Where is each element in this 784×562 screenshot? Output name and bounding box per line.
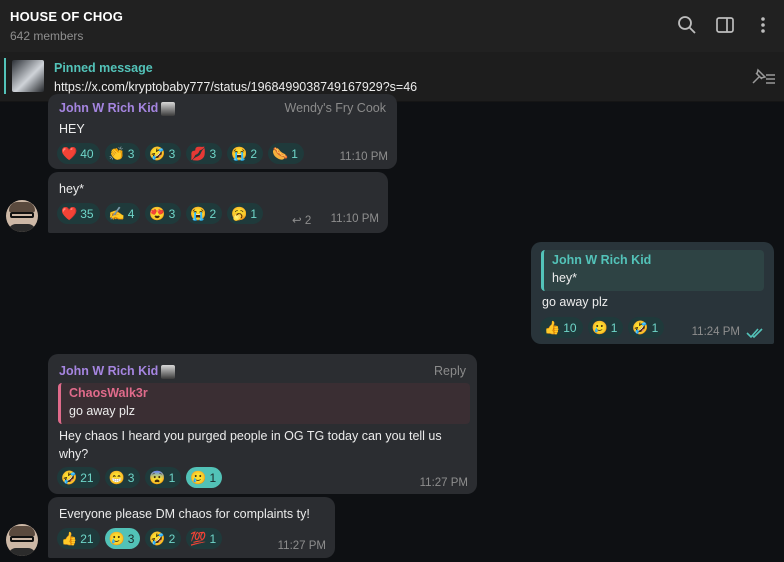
sender-tag: Wendy's Fry Cook [284, 101, 387, 115]
hundred-icon: 💯 [190, 531, 207, 546]
reaction-chip[interactable]: 😁 3 [104, 467, 141, 488]
fearful-icon: 😨 [149, 470, 166, 485]
reaction-list: 👍 10 🥲 1 🤣 1 [540, 317, 665, 338]
reaction-chip[interactable]: ❤️ 35 [57, 203, 100, 224]
smile-tear-icon: 🥲 [591, 320, 608, 335]
clap-icon: 👏 [108, 146, 125, 161]
rofl-icon: 🤣 [149, 146, 166, 161]
reaction-chip[interactable]: 🥱 1 [227, 203, 264, 224]
message-bubble[interactable]: John W Rich Kid Wendy's Fry Cook HEY ❤️ 4… [48, 94, 397, 169]
message-bubble[interactable]: Everyone please DM chaos for complaints … [48, 497, 335, 558]
heart-icon: ❤️ [61, 206, 78, 221]
reaction-chip[interactable]: 💋 3 [186, 143, 223, 164]
pinned-link[interactable]: https://x.com/kryptobaby777/status/19684… [54, 80, 417, 94]
rofl-icon: 🤣 [149, 531, 166, 546]
reaction-chip[interactable]: 🤣 3 [145, 143, 182, 164]
quoted-sender: ChaosWalk3r [69, 386, 148, 400]
sender-name[interactable]: John W Rich Kid [59, 364, 158, 378]
pin-list-icon[interactable] [750, 67, 776, 87]
message-text: hey* [59, 182, 85, 196]
double-check-icon [746, 328, 763, 339]
more-options-icon[interactable] [752, 14, 774, 36]
reply-arrow-icon: ↩ [292, 215, 302, 227]
message-text-line2: why? [59, 447, 89, 461]
search-icon[interactable] [676, 14, 698, 36]
chat-header[interactable]: HOUSE OF CHOG 642 members [0, 0, 784, 53]
reaction-chip[interactable]: 😭 2 [227, 143, 264, 164]
reaction-chip[interactable]: 😨 1 [145, 467, 182, 488]
pinned-indicator [4, 58, 6, 94]
reaction-chip[interactable]: 👏 3 [104, 143, 141, 164]
thumbs-up-icon: 👍 [61, 531, 78, 546]
message-time: 11:27 PM [419, 477, 468, 489]
kiss-icon: 💋 [190, 146, 207, 161]
reaction-chip[interactable]: 🤣 2 [145, 528, 182, 549]
sender-badge-icon [161, 102, 175, 116]
message-time: 11:27 PM [277, 540, 326, 552]
reaction-list: ❤️ 35 ✍️ 4 😍 3 😭 2 🥱 1 [57, 203, 264, 224]
reaction-chip[interactable]: 🤣 21 [57, 467, 100, 488]
reaction-chip[interactable]: ✍️ 4 [104, 203, 141, 224]
reaction-chip[interactable]: 😍 3 [145, 203, 182, 224]
reaction-list: 👍 21 🥲 3 🤣 2 💯 1 [57, 528, 223, 549]
quoted-text: go away plz [69, 404, 136, 418]
message-feed[interactable]: John W Rich Kid Wendy's Fry Cook HEY ❤️ 4… [0, 94, 784, 562]
reaction-chip[interactable]: 😭 2 [186, 203, 223, 224]
reaction-chip[interactable]: 🌭 1 [268, 143, 304, 164]
sidebar-toggle-icon[interactable] [714, 14, 736, 36]
rofl-icon: 🤣 [61, 470, 78, 485]
heart-icon: ❤️ [61, 146, 78, 161]
reaction-list: 🤣 21 😁 3 😨 1 🥲 1 [57, 467, 223, 488]
reply-count[interactable]: ↩ 2 [292, 213, 311, 227]
message-text-line1: Hey chaos I heard you purged people in O… [59, 429, 442, 443]
reply-button[interactable]: Reply [434, 364, 466, 378]
reaction-chip[interactable]: 👍 21 [57, 528, 100, 549]
quoted-text: hey* [552, 271, 578, 285]
reaction-chip[interactable]: 🤣 1 [628, 317, 665, 338]
member-count: 642 members [10, 29, 84, 43]
pinned-thumbnail [12, 60, 44, 92]
pinned-title: Pinned message [54, 61, 153, 75]
grin-icon: 😁 [108, 470, 125, 485]
quoted-sender: John W Rich Kid [552, 253, 652, 267]
message-bubble[interactable]: hey* ❤️ 35 ✍️ 4 😍 3 😭 2 🥱 1 ↩ 2 11:10 PM [48, 172, 388, 233]
message-text: Everyone please DM chaos for complaints … [59, 507, 310, 521]
reaction-list: ❤️ 40 👏 3 🤣 3 💋 3 😭 2 🌭 1 [57, 143, 304, 164]
yawn-icon: 🥱 [231, 206, 248, 221]
reaction-chip-selected[interactable]: 🥲 1 [186, 467, 223, 488]
message-time: 11:10 PM [339, 151, 388, 163]
message-time: 11:24 PM [691, 326, 740, 338]
quoted-message[interactable]: ChaosWalk3r go away plz [58, 383, 470, 424]
sender-badge-icon [161, 365, 175, 379]
reaction-chip[interactable]: ❤️ 40 [57, 143, 100, 164]
reaction-chip[interactable]: 🥲 1 [587, 317, 624, 338]
crying-icon: 😭 [231, 146, 248, 161]
reaction-chip[interactable]: 💯 1 [186, 528, 223, 549]
message-bubble[interactable]: John W Rich Kid Reply ChaosWalk3r go awa… [48, 354, 477, 494]
crying-icon: 😭 [190, 206, 207, 221]
writing-hand-icon: ✍️ [108, 206, 125, 221]
hotdog-icon: 🌭 [272, 146, 289, 161]
header-actions [676, 14, 774, 36]
smile-tear-icon: 🥲 [108, 531, 125, 546]
message-text: go away plz [542, 295, 609, 309]
quoted-message[interactable]: John W Rich Kid hey* [541, 250, 764, 291]
sender-name[interactable]: John W Rich Kid [59, 101, 158, 115]
reaction-chip-selected[interactable]: 🥲 3 [104, 528, 141, 549]
chat-title: HOUSE OF CHOG [10, 9, 124, 24]
avatar[interactable] [6, 200, 38, 232]
heart-eyes-icon: 😍 [149, 206, 166, 221]
avatar[interactable] [6, 524, 38, 556]
message-time: 11:10 PM [330, 213, 379, 225]
thumbs-up-icon: 👍 [544, 320, 561, 335]
message-bubble-outgoing[interactable]: John W Rich Kid hey* go away plz 👍 10 🥲 1 … [531, 242, 774, 344]
rofl-icon: 🤣 [632, 320, 649, 335]
message-text: HEY [59, 122, 85, 136]
smile-tear-icon: 🥲 [190, 470, 207, 485]
reaction-chip[interactable]: 👍 10 [540, 317, 583, 338]
